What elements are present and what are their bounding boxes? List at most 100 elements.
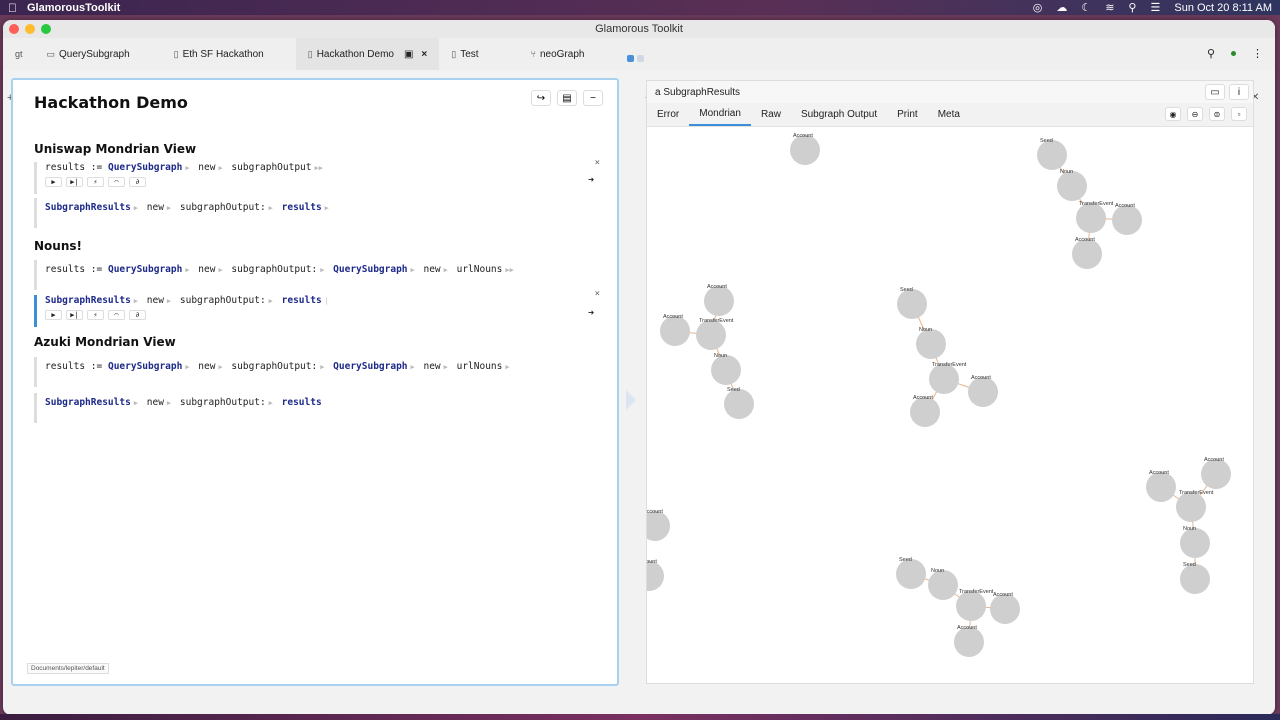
profile-icon[interactable]: ◠ bbox=[108, 310, 125, 320]
graph-node[interactable] bbox=[1180, 564, 1210, 594]
arrow-right-icon[interactable]: ➜ bbox=[588, 175, 594, 186]
inspector-title: a SubgraphResults bbox=[655, 86, 741, 98]
section-heading[interactable]: Uniswap Mondrian View bbox=[34, 142, 196, 156]
graph-node[interactable] bbox=[896, 559, 926, 589]
debug-icon[interactable]: ⚡ bbox=[87, 177, 104, 187]
code-token: subgraphOutput: bbox=[179, 295, 266, 306]
code-token: QuerySubgraph bbox=[333, 361, 408, 372]
tab-mondrian[interactable]: Mondrian bbox=[689, 103, 751, 126]
page-title[interactable]: Hackathon Demo bbox=[34, 93, 188, 112]
graph-node[interactable] bbox=[954, 627, 984, 657]
profile-icon[interactable]: ◠ bbox=[108, 177, 125, 187]
mondrian-canvas[interactable]: Account Seed Noun TransferEvent Account Accou… bbox=[647, 128, 1253, 683]
tab-subgraph-output[interactable]: Subgraph Output bbox=[791, 103, 887, 126]
pager-dot[interactable] bbox=[627, 55, 634, 62]
graph-node[interactable] bbox=[990, 594, 1020, 624]
play-icon[interactable]: ▶ bbox=[45, 177, 62, 187]
graph-node[interactable] bbox=[1037, 140, 1067, 170]
close-snippet-icon[interactable]: × bbox=[595, 158, 600, 168]
zoom-out-icon[interactable]: ⊖ bbox=[1187, 107, 1203, 121]
info-icon[interactable]: i bbox=[1229, 84, 1249, 100]
spotlight-icon[interactable]: ⚲ bbox=[1128, 1, 1136, 14]
minimize-window-button[interactable] bbox=[25, 24, 35, 34]
graph-node[interactable] bbox=[1112, 205, 1142, 235]
section-heading[interactable]: Azuki Mondrian View bbox=[34, 335, 176, 349]
maximize-tab-icon[interactable]: ▣ bbox=[404, 49, 413, 60]
tab-meta[interactable]: Meta bbox=[928, 103, 970, 126]
debug-icon[interactable]: ⚡ bbox=[87, 310, 104, 320]
close-window-button[interactable] bbox=[9, 24, 19, 34]
graph-node[interactable] bbox=[724, 389, 754, 419]
menubar-app-name[interactable]: GlamorousToolkit bbox=[27, 2, 120, 14]
close-snippet-icon[interactable]: × bbox=[595, 289, 600, 299]
zoom-window-button[interactable] bbox=[41, 24, 51, 34]
code-snippet[interactable]: SubgraphResults ▶ new ▶ subgraphOutput: ▶ r… bbox=[34, 198, 600, 228]
graph-node[interactable] bbox=[696, 320, 726, 350]
tab-label: Test bbox=[460, 48, 479, 60]
graph-node[interactable] bbox=[1176, 492, 1206, 522]
tab-test[interactable]: ▯ Test bbox=[439, 38, 490, 70]
creative-cloud-icon[interactable]: ◎ bbox=[1033, 1, 1043, 14]
code-snippet[interactable]: SubgraphResults ▶ new ▶ subgraphOutput: ▶ r… bbox=[34, 393, 600, 423]
graph-node[interactable] bbox=[790, 135, 820, 165]
database-path[interactable]: Documents/lepiter/default bbox=[27, 663, 109, 674]
tab-querysubgraph[interactable]: ▭ QuerySubgraph bbox=[35, 38, 142, 70]
book-icon[interactable]: ▭ bbox=[1205, 84, 1225, 100]
gt-menu-button[interactable]: gt bbox=[3, 38, 35, 70]
control-center-icon[interactable]: ☰ bbox=[1150, 1, 1160, 14]
cloud-icon[interactable]: ☁ bbox=[1056, 1, 1067, 14]
tab-raw[interactable]: Raw bbox=[751, 103, 791, 126]
pane-scroll-arrow[interactable] bbox=[626, 390, 636, 410]
graph-node[interactable] bbox=[897, 289, 927, 319]
graph-node[interactable] bbox=[1057, 171, 1087, 201]
apple-icon[interactable]:  bbox=[8, 1, 17, 15]
code-token: new bbox=[423, 264, 441, 275]
graph-node[interactable] bbox=[647, 511, 670, 541]
share-icon[interactable]: ↪ bbox=[531, 90, 551, 106]
wifi-icon[interactable]: ≋ bbox=[1105, 1, 1114, 14]
graph-node[interactable] bbox=[928, 570, 958, 600]
tab-print[interactable]: Print bbox=[887, 103, 928, 126]
moon-icon[interactable]: ☾ bbox=[1081, 1, 1091, 14]
graph-node[interactable] bbox=[711, 355, 741, 385]
graph-node[interactable] bbox=[916, 329, 946, 359]
close-tab-icon[interactable]: × bbox=[421, 49, 427, 60]
play-inspect-icon[interactable]: ▶| bbox=[66, 310, 83, 320]
minus-icon[interactable]: − bbox=[583, 90, 603, 106]
link-icon[interactable]: ∂ bbox=[129, 310, 146, 320]
graph-node[interactable] bbox=[929, 364, 959, 394]
code-snippet-focused[interactable]: SubgraphResults ▶ new ▶ subgraphOutput: ▶ r… bbox=[34, 289, 600, 327]
tab-error[interactable]: Error bbox=[647, 103, 689, 126]
tab-neograph[interactable]: ⑂ neoGraph bbox=[519, 38, 597, 70]
graph-node[interactable] bbox=[1076, 203, 1106, 233]
search-icon[interactable]: ⚲ bbox=[1207, 47, 1215, 60]
tab-hackathon-demo[interactable]: ▯ Hackathon Demo ▣ × bbox=[295, 38, 440, 70]
play-icon[interactable]: ▶ bbox=[45, 310, 62, 320]
hamburger-menu-icon[interactable]: ⋮ bbox=[1252, 47, 1263, 60]
graph-node[interactable] bbox=[660, 316, 690, 346]
play-inspect-icon[interactable]: ▶| bbox=[66, 177, 83, 187]
graph-node[interactable] bbox=[1180, 528, 1210, 558]
graph-node[interactable] bbox=[956, 591, 986, 621]
arrow-right-icon[interactable]: ➜ bbox=[588, 308, 594, 319]
code-snippet[interactable]: results := QuerySubgraph ▶ new ▶ subgraphO… bbox=[34, 357, 600, 387]
link-icon[interactable]: ∂ bbox=[129, 177, 146, 187]
graph-node[interactable] bbox=[704, 286, 734, 316]
zoom-fit-icon[interactable]: ◉ bbox=[1165, 107, 1181, 121]
clipboard-icon[interactable]: ▤ bbox=[557, 90, 577, 106]
section-heading[interactable]: Nouns! bbox=[34, 239, 82, 253]
graph-node[interactable] bbox=[647, 561, 664, 591]
graph-node[interactable] bbox=[910, 397, 940, 427]
code-snippet[interactable]: results := QuerySubgraph ▶ new ▶ subgraphO… bbox=[34, 158, 600, 194]
menubar-clock[interactable]: Sun Oct 20 8:11 AM bbox=[1174, 2, 1272, 14]
graph-node[interactable] bbox=[1146, 472, 1176, 502]
fullscreen-icon[interactable]: ▫ bbox=[1231, 107, 1247, 121]
mondrian-graph[interactable]: AccountSeedNounTransferEvent AccountAccou… bbox=[647, 128, 1253, 683]
graph-node[interactable] bbox=[968, 377, 998, 407]
code-snippet[interactable]: results := QuerySubgraph ▶ new ▶ subgraphO… bbox=[34, 260, 600, 290]
graph-node[interactable] bbox=[1072, 239, 1102, 269]
tab-eth-sf-hackathon[interactable]: ▯ Eth SF Hackathon bbox=[162, 38, 276, 70]
pager-dot[interactable] bbox=[637, 55, 644, 62]
zoom-reset-icon[interactable]: ⊜ bbox=[1209, 107, 1225, 121]
graph-node[interactable] bbox=[1201, 459, 1231, 489]
